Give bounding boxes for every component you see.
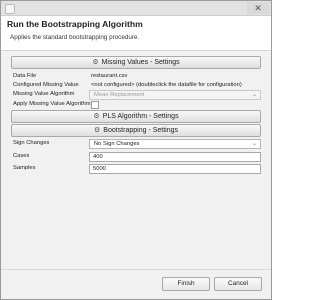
bootstrapping-settings-label: Bootstrapping - Settings bbox=[103, 127, 178, 134]
missing-value-algorithm-select[interactable]: Mean Replacement ⌄ bbox=[89, 90, 261, 100]
dialog-window: ✕ Run the Bootstrapping Algorithm Applie… bbox=[0, 0, 272, 300]
settings-icon: ⚙ bbox=[92, 59, 99, 66]
sign-changes-select[interactable]: No Sign Changes ⌄ bbox=[89, 139, 261, 149]
apply-missing-value-checkbox[interactable] bbox=[91, 101, 99, 109]
sign-changes-selected: No Sign Changes bbox=[94, 141, 140, 147]
app-icon bbox=[5, 4, 15, 14]
close-button[interactable]: ✕ bbox=[247, 2, 269, 14]
apply-missing-value-algorithm-label: Apply Missing Value Algorithm bbox=[13, 101, 91, 107]
cancel-button[interactable]: Cancel bbox=[214, 277, 262, 291]
data-file-value: restaurant.csv bbox=[91, 73, 128, 79]
missing-values-settings-button[interactable]: ⚙ Missing Values - Settings bbox=[11, 56, 261, 69]
samples-label: Samples bbox=[13, 165, 36, 171]
chevron-down-icon: ⌄ bbox=[251, 141, 257, 147]
finish-button[interactable]: Finish bbox=[162, 277, 210, 291]
sign-changes-label: Sign Changes bbox=[13, 140, 50, 146]
missing-values-settings-label: Missing Values - Settings bbox=[101, 59, 180, 66]
missing-value-algorithm-label: Missing Value Algorithm bbox=[13, 91, 75, 97]
dialog-header: Run the Bootstrapping Algorithm Applies … bbox=[1, 16, 271, 51]
settings-icon: ⚙ bbox=[93, 113, 100, 120]
pls-algorithm-settings-label: PLS Algorithm - Settings bbox=[102, 113, 179, 120]
cases-label: Cases bbox=[13, 153, 30, 159]
bootstrapping-settings-button[interactable]: ⚙ Bootstrapping - Settings bbox=[11, 124, 261, 137]
missing-value-algorithm-selected: Mean Replacement bbox=[94, 92, 145, 98]
chevron-down-icon: ⌄ bbox=[251, 92, 257, 98]
cases-input[interactable]: 400 bbox=[89, 152, 261, 162]
settings-icon: ⚙ bbox=[94, 127, 101, 134]
samples-input[interactable]: 5000 bbox=[89, 164, 261, 174]
title-bar: ✕ bbox=[1, 1, 271, 16]
dialog-subtitle: Applies the standard bootstrapping proce… bbox=[10, 34, 140, 41]
configured-missing-value-text: <not configured> (doubleclick the datafi… bbox=[91, 82, 242, 88]
footer-divider bbox=[1, 269, 271, 270]
data-file-label: Data File bbox=[13, 73, 37, 79]
configured-missing-value-label: Configured Missing Value bbox=[13, 82, 79, 88]
pls-algorithm-settings-button[interactable]: ⚙ PLS Algorithm - Settings bbox=[11, 110, 261, 123]
dialog-title: Run the Bootstrapping Algorithm bbox=[7, 19, 143, 29]
